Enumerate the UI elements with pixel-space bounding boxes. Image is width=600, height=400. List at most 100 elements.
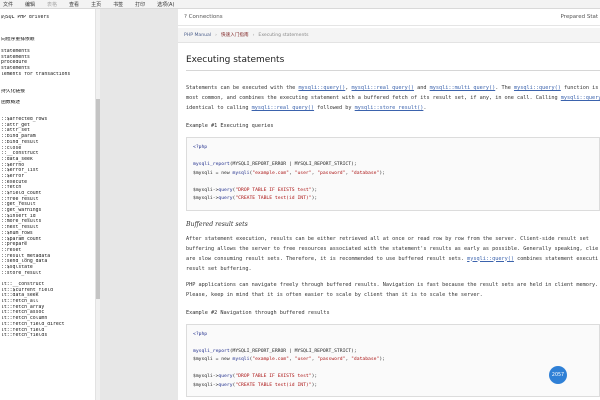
- code-token: "password": [317, 357, 346, 362]
- code-token: $mysqli->: [193, 196, 219, 201]
- code-line: $mysqli->query("CREATE TABLE test(id INT…: [193, 195, 593, 204]
- paragraph-line: are slow consuming result sets. Therefor…: [186, 254, 600, 264]
- text-span: .: [423, 105, 427, 111]
- code-token: "CREATE TABLE test(id INT)": [235, 196, 312, 201]
- doc-link[interactable]: mysqli::query(): [514, 85, 561, 91]
- example-1-label: Example #1 Executing queries: [186, 123, 274, 129]
- text-span: identical to calling: [186, 105, 252, 111]
- code-token: $mysqli->: [193, 382, 219, 388]
- breadcrumb-separator: ›: [215, 32, 217, 38]
- code-token: "database": [351, 170, 380, 176]
- toc-item[interactable]: lt::fetch_fields: [0, 333, 95, 339]
- code-token: "user": [294, 357, 312, 362]
- menu-item[interactable]: 表格: [47, 1, 57, 8]
- code-token: mysqli_report: [193, 162, 230, 167]
- breadcrumb-mid[interactable]: 快速入门指南: [221, 32, 249, 38]
- text-span: and: [414, 85, 430, 91]
- doc-link[interactable]: mysqli::real_query(): [252, 105, 314, 111]
- code-token: $mysqli = new: [193, 357, 233, 362]
- doc-link[interactable]: mysqli::multi_query(): [430, 85, 496, 91]
- breadcrumb-root[interactable]: PHP Manual: [184, 33, 211, 38]
- paragraph-line: Please, keep in mind that it is often ea…: [186, 290, 600, 300]
- menu-item[interactable]: 选项(A): [157, 1, 174, 8]
- code-token: (MYSQLI_REPORT_ERROR | MYSQLI_REPORT_STR…: [229, 162, 357, 167]
- paragraph-line: result set buffering.: [186, 264, 600, 274]
- text-span: PHP applications can navigate freely thr…: [186, 281, 599, 288]
- example-1-code: <?php mysqli_report(MYSQLI_REPORT_ERROR …: [186, 137, 600, 211]
- code-token: "CREATE TABLE test(id INT)": [235, 382, 312, 388]
- code-token: );: [311, 374, 318, 379]
- menu-item[interactable]: 主页: [91, 1, 101, 8]
- code-token: "DROP TABLE IF EXISTS test": [235, 374, 312, 379]
- breadcrumb-separator: ›: [252, 32, 255, 38]
- code-token: "password": [317, 170, 346, 176]
- doc-link[interactable]: mysqli::query: [561, 95, 600, 101]
- code-line: $mysqli = new mysqli("example.com", "use…: [193, 356, 593, 365]
- code-line: $mysqli = new mysqli("example.com", "use…: [193, 170, 593, 179]
- toc-sidebar: 的SQL PHP drivers 向程序重排依赖 statements stateme…: [0, 9, 95, 400]
- code-token: "example.com": [252, 170, 289, 176]
- code-token: query: [218, 374, 233, 379]
- code-token: <?php: [193, 145, 208, 150]
- main-content: Executing statements Statements can be e…: [186, 50, 600, 400]
- paragraph-line: most common, and combines the executing …: [186, 93, 600, 103]
- code-token: query: [218, 382, 233, 388]
- text-span: After statement execution, results can b…: [186, 235, 589, 242]
- doc-link[interactable]: mysqli::store_result(): [355, 105, 424, 111]
- text-span: result set buffering.: [186, 265, 252, 272]
- text-span: . The: [495, 85, 514, 91]
- menu-item[interactable]: 编辑: [25, 1, 35, 8]
- menu-item[interactable]: 文件: [3, 1, 13, 8]
- floating-badge-button[interactable]: 2057: [549, 366, 567, 384]
- code-token: query: [218, 187, 233, 193]
- doc-link[interactable]: mysqli::query(): [298, 85, 345, 91]
- page-title: Executing statements: [186, 50, 600, 71]
- code-line: mysqli_report(MYSQLI_REPORT_ERROR | MYSQ…: [193, 161, 593, 170]
- code-token: mysqli_report: [193, 348, 230, 354]
- breadcrumb: PHP Manual › 快速入门指南 › Executing statemen…: [178, 28, 600, 43]
- code-line: $mysqli->query("DROP TABLE IF EXISTS tes…: [193, 187, 593, 196]
- code-line: $mysqli->query("CREATE TABLE test(id INT…: [193, 382, 593, 391]
- code-token: mysqli: [232, 170, 250, 176]
- paragraph-line: PHP applications can navigate freely thr…: [186, 280, 600, 290]
- next-page-link[interactable]: Prepared Stat: [560, 14, 598, 20]
- menu-item[interactable]: 打印: [135, 1, 145, 8]
- code-token: "DROP TABLE IF EXISTS test": [235, 187, 312, 193]
- code-token: );: [311, 187, 318, 193]
- code-token: <?php: [193, 331, 208, 337]
- example-2-label: Example #2 Navigation through buffered r…: [186, 309, 330, 316]
- text-span: combines statement executi: [513, 255, 599, 262]
- text-span: function is: [560, 85, 599, 91]
- text-span: are slow consuming result sets. Therefor…: [186, 255, 468, 262]
- text-span: buffering allows the server to free reso…: [186, 245, 599, 252]
- doc-link[interactable]: mysqli::real_query(): [352, 85, 414, 91]
- doc-link[interactable]: mysqli::query(): [467, 256, 514, 262]
- menu-item[interactable]: 查看: [69, 1, 79, 8]
- text-span: Please, keep in mind that it is often ea…: [186, 291, 483, 298]
- code-token: );: [379, 357, 385, 362]
- code-token: );: [311, 196, 318, 201]
- buffered-paragraph: After statement execution, results can b…: [186, 234, 600, 274]
- menu-item[interactable]: 书签: [113, 1, 123, 8]
- code-token: );: [311, 382, 318, 388]
- text-span: most common, and combines the executing …: [186, 95, 561, 101]
- code-token: );: [379, 170, 385, 176]
- text-span: Statements can be executed with the: [186, 85, 299, 91]
- navigation-paragraph: PHP applications can navigate freely thr…: [186, 280, 600, 300]
- page-nav-bar: ? Connections Prepared Stat: [178, 9, 600, 26]
- paragraph-line: identical to calling mysqli::real_query(…: [186, 103, 600, 113]
- example-2-code: <?php mysqli_report(MYSQLI_REPORT_ERROR …: [186, 323, 600, 397]
- code-token: $mysqli->: [193, 187, 219, 193]
- code-line: <?php: [193, 144, 593, 153]
- code-token: "database": [351, 357, 380, 362]
- paragraph-line: buffering allows the server to free reso…: [186, 244, 600, 254]
- section-subheading: Buffered result sets: [186, 220, 248, 228]
- prev-page-link[interactable]: ? Connections: [184, 14, 223, 20]
- menu-bar: 文件 编辑 表格 查看 主页 书签 打印 选项(A): [0, 0, 600, 9]
- intro-paragraph: Statements can be executed with the mysq…: [186, 83, 600, 113]
- code-token: "user": [294, 170, 312, 176]
